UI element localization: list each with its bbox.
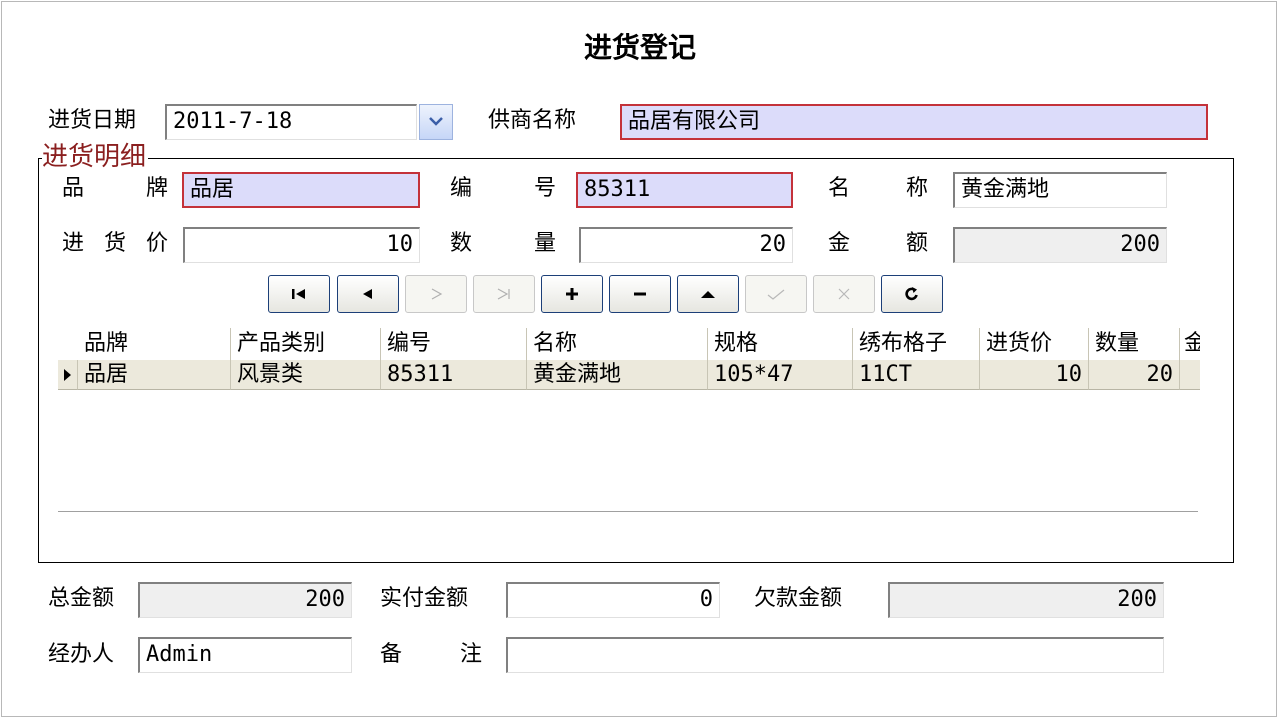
brand-input[interactable]: 品居	[182, 172, 420, 208]
table-row-category-cell[interactable]: 风景类	[231, 360, 381, 390]
owed-amount-label: 欠款金额	[754, 586, 843, 611]
supplier-name-input[interactable]: 品居有限公司	[620, 104, 1208, 140]
code-label-2: 号	[534, 176, 557, 201]
purchase-detail-group-title: 进货明细	[42, 140, 149, 174]
nav-prior-button[interactable]	[337, 275, 399, 313]
triangle-up-icon	[701, 291, 715, 298]
row-pointer-icon	[64, 369, 71, 381]
remark-input[interactable]	[506, 637, 1164, 673]
refresh-icon	[905, 287, 918, 301]
table-row-brand-cell[interactable]: 品居	[78, 360, 231, 390]
checkmark-icon	[767, 289, 785, 300]
purchase-date-input[interactable]: 2011-7-18	[165, 104, 417, 140]
amount-readonly-field: 200	[953, 227, 1167, 263]
amount-label-2: 额	[906, 231, 929, 256]
purchase-price-label-3: 价	[146, 231, 169, 256]
nav-edit-button[interactable]	[677, 275, 739, 313]
nav-refresh-button[interactable]	[881, 275, 943, 313]
table-row-fabric-count-cell[interactable]: 11CT	[853, 360, 980, 390]
grid-header-category[interactable]: 产品类别	[231, 328, 381, 360]
total-amount-label: 总金额	[48, 586, 115, 611]
nav-first-button[interactable]	[268, 275, 330, 313]
form-title: 进货登记	[583, 31, 696, 64]
remark-label-2: 注	[460, 642, 483, 667]
name-label-2: 称	[906, 176, 929, 201]
code-label-1: 编	[450, 176, 473, 201]
purchase-price-label-2: 货	[104, 231, 127, 256]
minus-icon	[634, 292, 646, 296]
grid-indicator-header	[58, 328, 79, 360]
paid-amount-label: 实付金额	[380, 586, 469, 611]
code-input[interactable]: 85311	[576, 172, 793, 208]
table-row-quantity-cell[interactable]: 20	[1089, 360, 1180, 390]
grid-header-spec[interactable]: 规格	[708, 328, 853, 360]
table-row-amount-cell[interactable]	[1180, 360, 1200, 390]
total-amount-field: 200	[138, 582, 352, 618]
grid-header-name[interactable]: 名称	[527, 328, 708, 360]
first-record-icon	[292, 289, 305, 299]
grid-header-brand[interactable]: 品牌	[78, 328, 231, 360]
operator-label: 经办人	[48, 642, 115, 667]
purchase-price-label-1: 进	[62, 231, 85, 256]
grid-header-code[interactable]: 编号	[381, 328, 527, 360]
brand-label-1: 品	[62, 176, 85, 201]
table-row-code-cell[interactable]: 85311	[381, 360, 527, 390]
next-record-icon	[431, 288, 443, 300]
purchase-date-label: 进货日期	[48, 108, 137, 133]
nav-delete-button[interactable]	[609, 275, 671, 313]
grid-bottom-divider	[58, 511, 1198, 512]
nav-next-button[interactable]	[405, 275, 467, 313]
operator-input[interactable]: Admin	[138, 637, 352, 673]
chevron-down-icon	[429, 117, 443, 126]
paid-amount-input[interactable]: 0	[506, 582, 720, 618]
brand-label-2: 牌	[146, 176, 169, 201]
last-record-icon	[497, 288, 510, 300]
grid-header-quantity[interactable]: 数量	[1089, 328, 1180, 360]
table-row-indicator[interactable]	[58, 360, 78, 390]
supplier-name-label: 供商名称	[488, 108, 577, 133]
date-dropdown-button[interactable]	[419, 104, 453, 140]
remark-label-1: 备	[380, 642, 403, 667]
quantity-label-2: 量	[534, 231, 557, 256]
owed-amount-field: 200	[888, 582, 1164, 618]
table-row-name-cell[interactable]: 黄金满地	[527, 360, 708, 390]
grid-header-purchase-price[interactable]: 进货价	[980, 328, 1089, 360]
quantity-input[interactable]: 20	[579, 227, 793, 263]
nav-insert-button[interactable]	[541, 275, 603, 313]
prior-record-icon	[363, 289, 372, 299]
grid-header-amount[interactable]: 金	[1180, 328, 1200, 360]
nav-last-button[interactable]	[473, 275, 535, 313]
name-label-1: 名	[828, 176, 851, 201]
grid-header-fabric-count[interactable]: 绣布格子	[853, 328, 980, 360]
cancel-x-icon	[838, 288, 850, 300]
table-row-spec-cell[interactable]: 105*47	[708, 360, 853, 390]
purchase-price-input[interactable]: 10	[183, 227, 420, 263]
amount-label-1: 金	[828, 231, 851, 256]
nav-cancel-button[interactable]	[813, 275, 875, 313]
table-row-price-cell[interactable]: 10	[980, 360, 1089, 390]
plus-icon	[566, 288, 578, 300]
product-name-input[interactable]: 黄金满地	[953, 172, 1167, 208]
nav-post-button[interactable]	[745, 275, 807, 313]
quantity-label-1: 数	[450, 231, 473, 256]
